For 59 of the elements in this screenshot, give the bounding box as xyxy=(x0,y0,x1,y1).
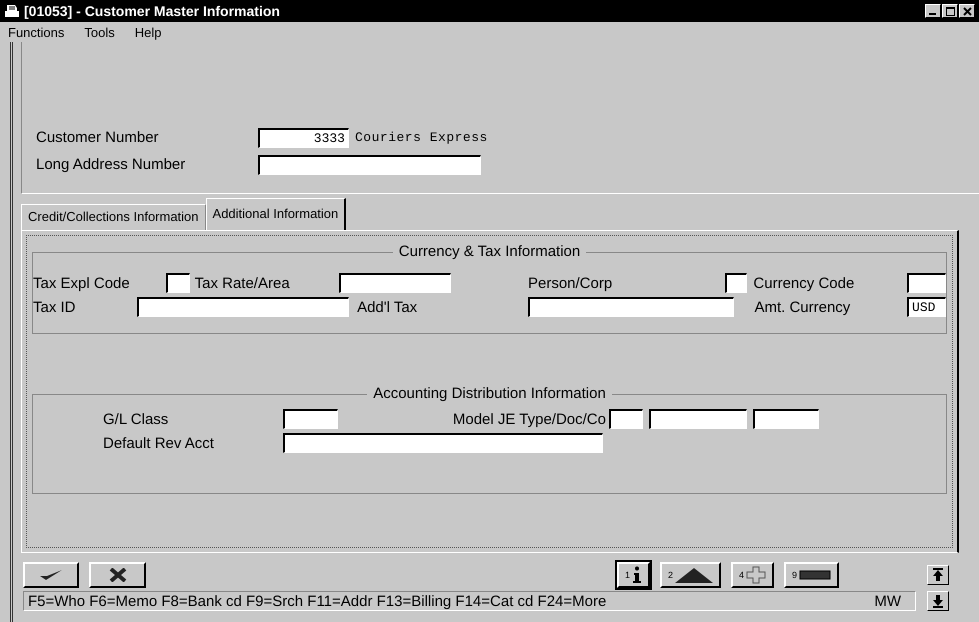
field-label: G/L Class xyxy=(103,410,170,428)
scroll-up-button[interactable] xyxy=(927,565,950,585)
function-keys-text: F5=Who F6=Memo F8=Bank cd F9=Srch F11=Addr F13=Billing F14=Cat cd F24=More xyxy=(28,592,606,610)
x-icon xyxy=(108,568,128,582)
long-address-number-field[interactable] xyxy=(258,154,481,174)
info-icon xyxy=(632,566,642,584)
field-label: Currency Code xyxy=(753,274,856,292)
minimize-button[interactable] xyxy=(925,4,941,18)
toolbar-button[interactable]: 1 xyxy=(617,562,650,588)
tab[interactable]: Additional Information xyxy=(206,198,346,230)
gl-class-field[interactable] xyxy=(283,409,338,429)
je-doc-field[interactable] xyxy=(649,409,747,429)
toolbar-button[interactable]: 4 xyxy=(731,562,774,588)
customer-name: Couriers Express xyxy=(355,130,488,145)
je-type-field[interactable] xyxy=(609,409,643,429)
tax-rate-area-field[interactable] xyxy=(339,273,452,293)
group-title: Accounting Distribution Information xyxy=(367,385,612,402)
menu-item[interactable]: Tools xyxy=(82,24,117,40)
field-label: Customer Number xyxy=(36,129,160,146)
currency-code-field[interactable] xyxy=(907,273,946,293)
toolbar-button[interactable]: 9 xyxy=(784,562,840,588)
field-label: Tax Rate/Area xyxy=(194,274,291,292)
arrow-up-icon xyxy=(932,568,944,582)
window-title: [01053] - Customer Master Information xyxy=(24,3,281,19)
close-button[interactable] xyxy=(959,4,975,18)
field-label: Long Address Number xyxy=(36,156,186,173)
field-label: Tax Expl Code xyxy=(33,274,131,292)
menu-item[interactable]: Functions xyxy=(6,24,66,40)
customer-number-field[interactable]: 3333 xyxy=(258,128,349,148)
field-label: Default Rev Acct xyxy=(103,434,215,452)
default-rev-acct-field[interactable] xyxy=(283,433,603,453)
arrow-down-icon xyxy=(932,594,944,608)
close-icon xyxy=(962,6,972,16)
field-label: Person/Corp xyxy=(528,274,614,292)
tax-expl-code-field[interactable] xyxy=(166,273,190,293)
triangle-icon xyxy=(675,567,714,583)
je-company-field[interactable] xyxy=(753,409,819,429)
ok-button[interactable] xyxy=(23,562,79,588)
tab[interactable]: Credit/Collections Information xyxy=(21,204,206,230)
menu-item[interactable]: Help xyxy=(132,24,164,40)
scroll-down-button[interactable] xyxy=(927,591,949,611)
field-label: Amt. Currency xyxy=(754,298,852,316)
amt-currency-field[interactable]: USD xyxy=(907,297,946,317)
plus-icon xyxy=(746,566,766,584)
field-label: Model JE Type/Doc/Co xyxy=(452,410,606,428)
printer-icon xyxy=(4,4,20,18)
addl-tax-field[interactable] xyxy=(528,297,734,317)
maximize-icon xyxy=(946,6,954,16)
tax-id-field[interactable] xyxy=(137,297,350,317)
maximize-button[interactable] xyxy=(942,4,958,18)
cancel-button[interactable] xyxy=(89,562,146,588)
field-label: Tax ID xyxy=(33,298,77,316)
check-icon xyxy=(39,569,63,581)
person-corp-field[interactable] xyxy=(725,273,748,293)
minus-icon xyxy=(799,570,832,580)
user-code: MW xyxy=(874,592,901,610)
field-label: Add'l Tax xyxy=(357,298,418,316)
toolbar-button[interactable]: 2 xyxy=(660,562,722,588)
group-title: Currency & Tax Information xyxy=(392,243,586,260)
